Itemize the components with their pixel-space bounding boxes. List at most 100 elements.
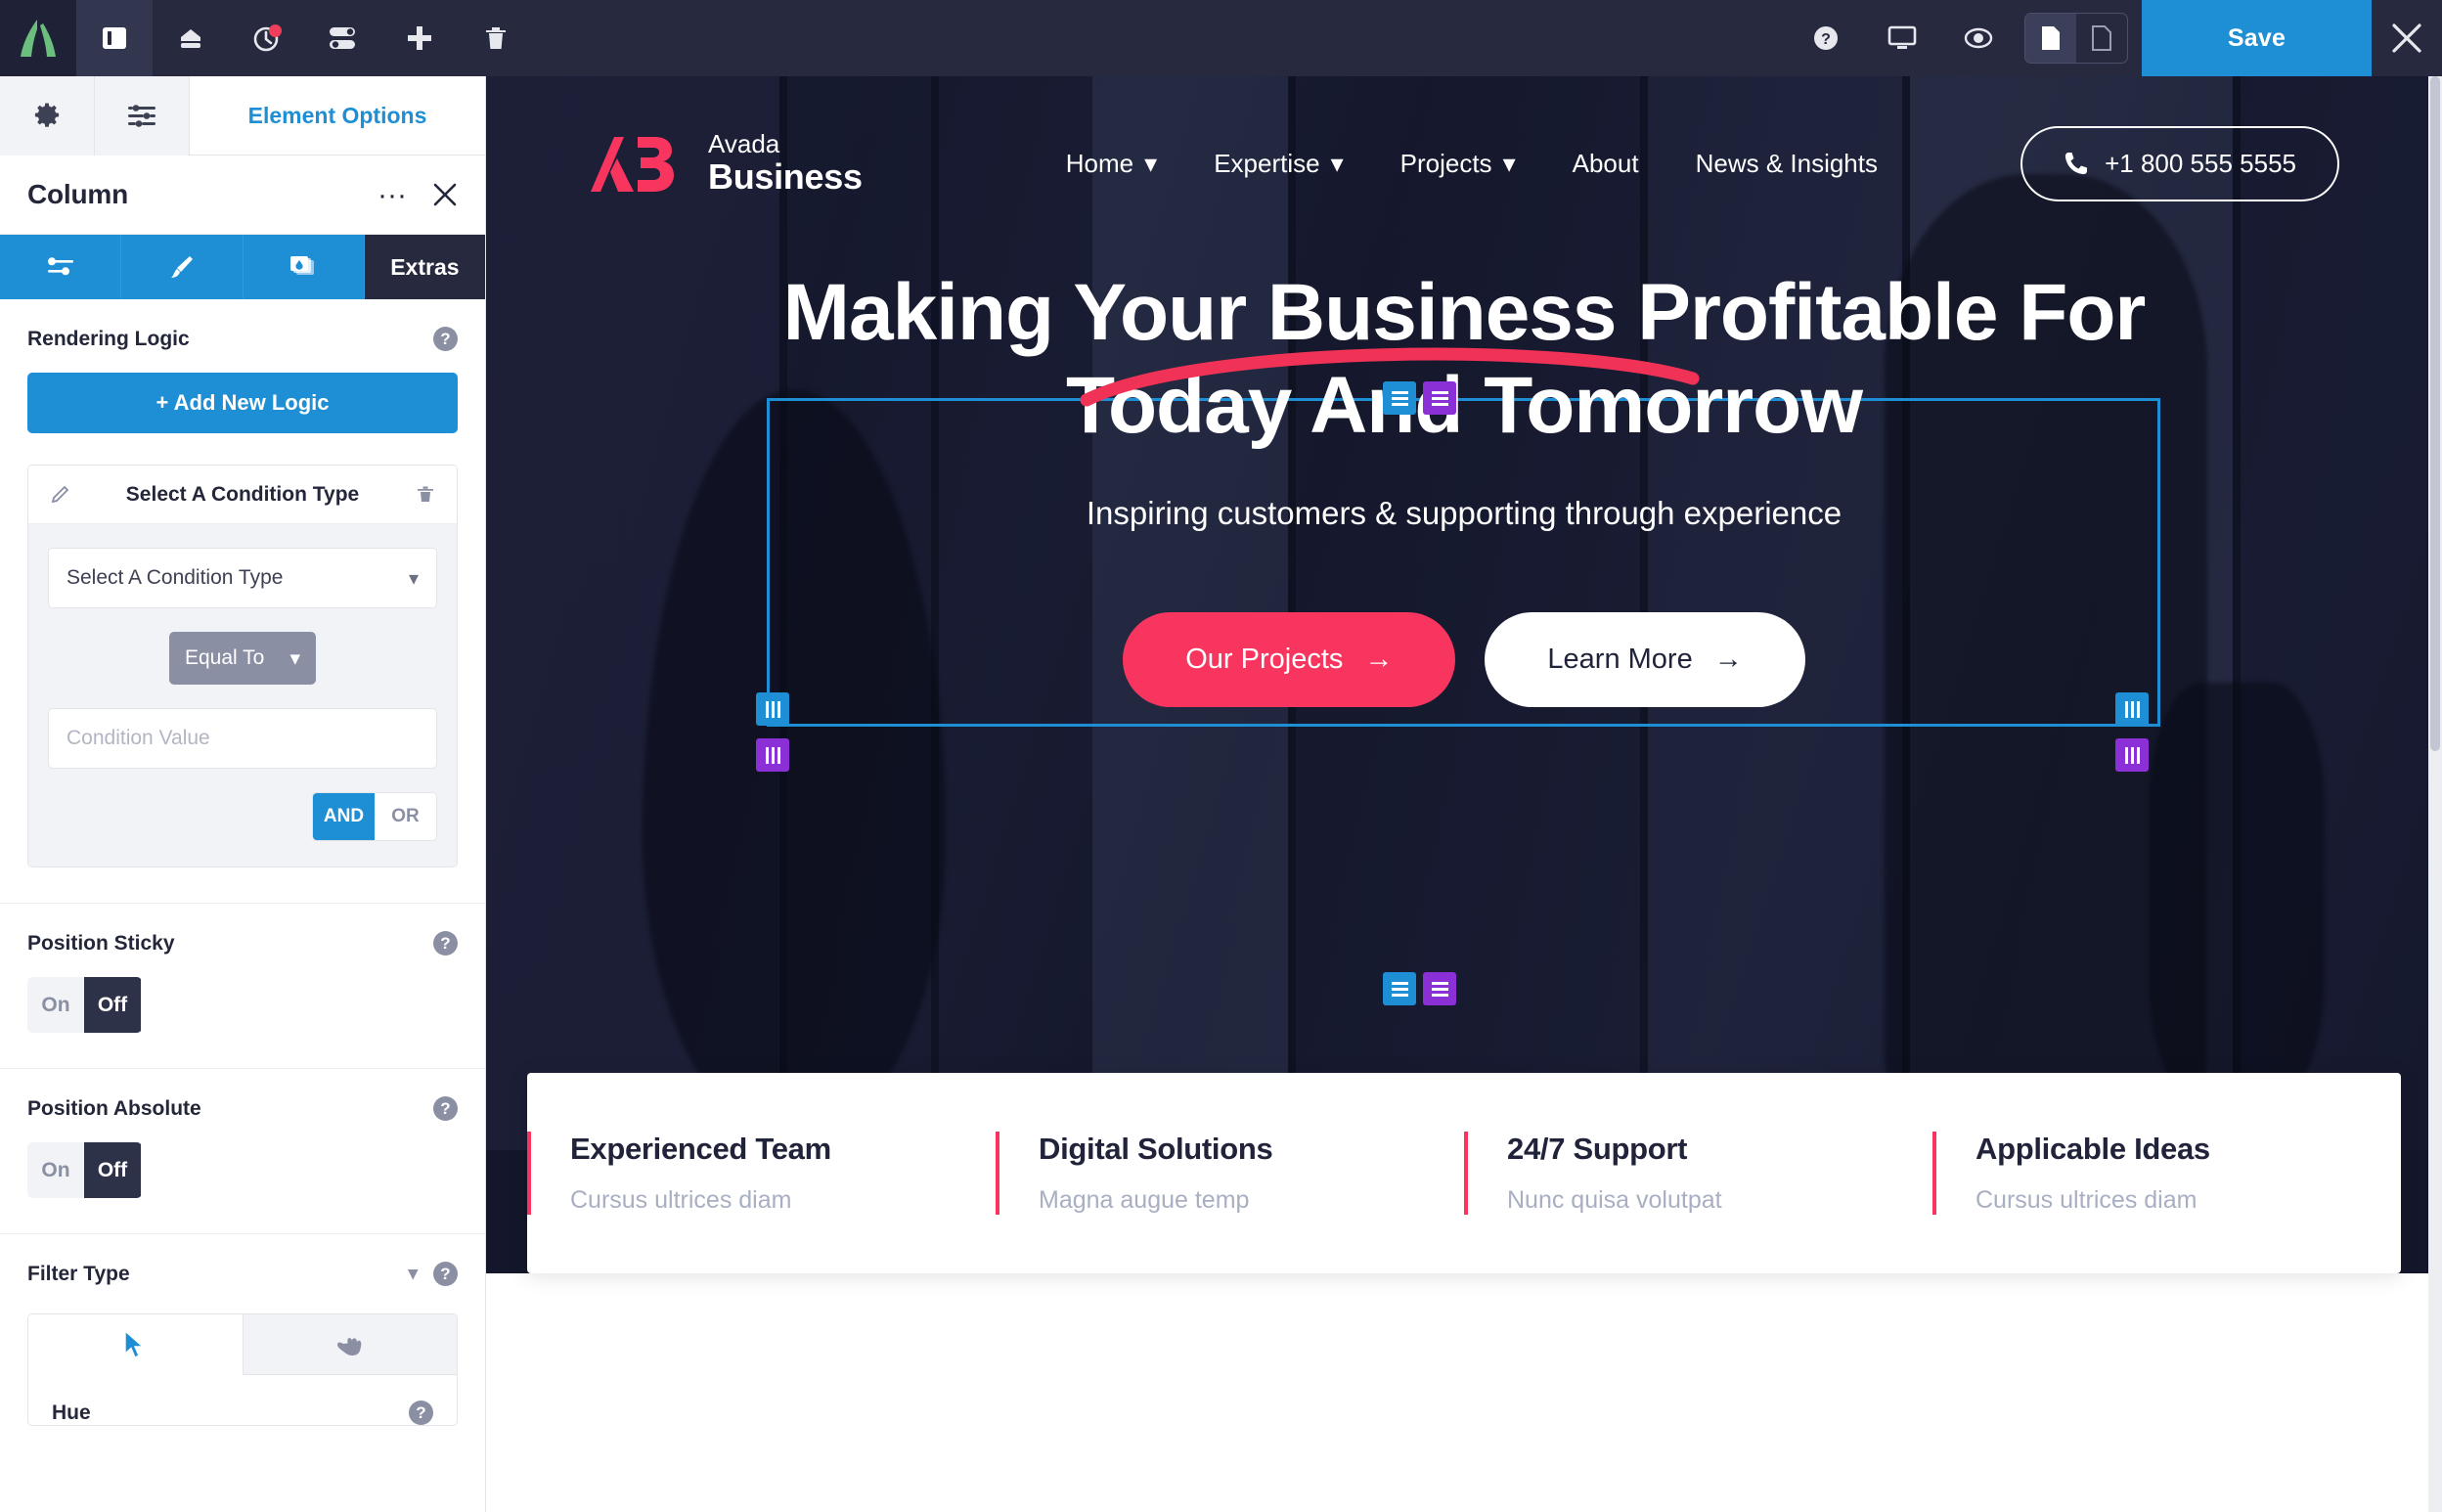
- canvas-scrollbar[interactable]: [2428, 76, 2442, 1512]
- panel-more-button[interactable]: ···: [377, 180, 407, 209]
- feature-item[interactable]: Experienced Team Cursus ultrices diam: [527, 1132, 996, 1215]
- hero-content: Making Your Business Profitable For Toda…: [486, 250, 2442, 708]
- feature-item[interactable]: Digital Solutions Magna augue temp: [996, 1132, 1464, 1215]
- panel-close-icon[interactable]: [432, 182, 458, 207]
- gear-icon[interactable]: [0, 76, 95, 156]
- canvas-scrollbar-thumb[interactable]: [2430, 76, 2440, 751]
- our-projects-button[interactable]: Our Projects →: [1123, 612, 1456, 708]
- position-sticky-off-button[interactable]: Off: [84, 977, 141, 1033]
- hero-section[interactable]: Avada Business Home ▾ Expertise ▾ Projec…: [486, 76, 2442, 1150]
- chevron-down-icon[interactable]: ▾: [408, 1263, 418, 1285]
- nav-label: Expertise: [1214, 148, 1320, 178]
- toggles-icon[interactable]: [305, 0, 381, 76]
- feature-item[interactable]: Applicable Ideas Cursus ultrices diam: [1932, 1132, 2401, 1215]
- help-icon[interactable]: ?: [433, 1262, 458, 1286]
- learn-more-button[interactable]: Learn More →: [1485, 612, 1805, 708]
- responsive-desktop-icon[interactable]: [1864, 0, 1940, 76]
- position-sticky-header: Position Sticky ?: [27, 931, 458, 956]
- condition-type-select[interactable]: Select A Condition Type ▾: [48, 548, 437, 608]
- chevron-down-icon: ▾: [1502, 148, 1516, 178]
- condition-card-title: Select A Condition Type: [125, 482, 360, 506]
- feature-subtitle: Magna augue temp: [1039, 1186, 1250, 1214]
- site-header: Avada Business Home ▾ Expertise ▾ Projec…: [486, 76, 2442, 250]
- library-icon[interactable]: [153, 0, 229, 76]
- builder-toolbar: ? Save: [0, 0, 2442, 76]
- help-icon[interactable]: ?: [433, 1096, 458, 1121]
- hand-pointer-tab[interactable]: [242, 1314, 457, 1375]
- element-handle-purple-bottom[interactable]: [1423, 972, 1456, 1005]
- tab-extras[interactable]: Extras: [364, 235, 485, 299]
- feature-subtitle: Cursus ultrices diam: [570, 1186, 792, 1214]
- cursor-arrow-tab[interactable]: [28, 1314, 243, 1375]
- position-sticky-label: Position Sticky: [27, 931, 175, 955]
- condition-operator-select[interactable]: Equal To ▾: [169, 632, 316, 685]
- phone-cta-button[interactable]: +1 800 555 5555: [2020, 125, 2339, 201]
- element-options-panel: Element Options Column ··· Extras Render…: [0, 76, 486, 1512]
- hero-subheadline[interactable]: Inspiring customers & supporting through…: [486, 495, 2442, 532]
- delete-condition-icon[interactable]: [416, 485, 435, 505]
- add-new-logic-button[interactable]: + Add New Logic: [27, 373, 458, 433]
- element-handle-purple-top[interactable]: [1423, 381, 1456, 415]
- history-clock-icon[interactable]: [229, 0, 305, 76]
- element-options-tab[interactable]: Element Options: [190, 76, 485, 155]
- nav-item-home[interactable]: Home ▾: [1066, 149, 1157, 179]
- arrow-right-icon: →: [1713, 644, 1743, 676]
- columns-icon: [2124, 746, 2140, 764]
- help-icon[interactable]: ?: [433, 327, 458, 351]
- feature-title: Applicable Ideas: [1976, 1132, 2210, 1166]
- bars-icon: [1391, 390, 1408, 406]
- site-brand[interactable]: Avada Business: [589, 131, 863, 196]
- nav-item-news-insights[interactable]: News & Insights: [1696, 149, 1878, 179]
- edit-pencil-icon[interactable]: [50, 485, 69, 505]
- condition-value-input[interactable]: Condition Value: [48, 708, 437, 769]
- help-icon[interactable]: ?: [1788, 0, 1864, 76]
- column-handle-blue-right[interactable]: [2115, 692, 2149, 726]
- condition-card: Select A Condition Type Select A Conditi…: [27, 465, 458, 867]
- tab-design-brush-icon[interactable]: [121, 235, 244, 299]
- avada-logo-icon[interactable]: [0, 0, 76, 76]
- tab-background-layers-icon[interactable]: [243, 235, 365, 299]
- logic-and-button[interactable]: AND: [313, 793, 375, 840]
- help-icon[interactable]: ?: [409, 1401, 433, 1425]
- column-handle-blue-left[interactable]: [756, 692, 789, 726]
- page-preview-canvas[interactable]: Avada Business Home ▾ Expertise ▾ Projec…: [486, 76, 2442, 1512]
- brand-line-1: Avada: [708, 129, 780, 159]
- preview-eye-icon[interactable]: [1940, 0, 2017, 76]
- close-icon[interactable]: [2372, 0, 2442, 76]
- feature-item[interactable]: 24/7 Support Nunc quisa volutpat: [1464, 1132, 1932, 1215]
- hero-headline-line-1: Making Your Business Profitable For: [782, 268, 2147, 357]
- logic-or-button[interactable]: OR: [375, 793, 436, 840]
- nav-item-expertise[interactable]: Expertise ▾: [1214, 149, 1343, 179]
- column-handle-purple-right[interactable]: [2115, 738, 2149, 772]
- position-absolute-label: Position Absolute: [27, 1096, 201, 1120]
- tab-general-sliders-icon[interactable]: [0, 235, 122, 299]
- page-outline-icon[interactable]: [2076, 14, 2127, 63]
- element-handle-blue-bottom[interactable]: [1383, 972, 1416, 1005]
- site-nav: Home ▾ Expertise ▾ Projects ▾ About News…: [923, 149, 2020, 179]
- position-sticky-on-button[interactable]: On: [27, 977, 84, 1033]
- help-icon[interactable]: ?: [433, 931, 458, 956]
- add-element-icon[interactable]: [381, 0, 458, 76]
- nav-item-projects[interactable]: Projects ▾: [1400, 149, 1516, 179]
- page-filled-icon[interactable]: [2025, 14, 2076, 63]
- column-handle-purple-left[interactable]: [756, 738, 789, 772]
- arrow-right-icon: →: [1364, 644, 1394, 676]
- panel-scroll-body: Rendering Logic ? + Add New Logic Select…: [0, 299, 485, 1512]
- cta-label: Learn More: [1547, 644, 1693, 676]
- phone-number: +1 800 555 5555: [2105, 148, 2296, 178]
- position-absolute-off-button[interactable]: Off: [84, 1142, 141, 1198]
- filter-hue-row: Hue ?: [28, 1375, 457, 1425]
- hero-headline[interactable]: Making Your Business Profitable For Toda…: [782, 266, 2147, 452]
- trash-icon[interactable]: [458, 0, 534, 76]
- sliders-icon[interactable]: [95, 76, 190, 156]
- cta-label: Our Projects: [1185, 644, 1344, 676]
- layout-panel-icon[interactable]: [76, 0, 153, 76]
- element-handle-blue-top[interactable]: [1383, 381, 1416, 415]
- save-button[interactable]: Save: [2142, 0, 2372, 76]
- hero-headline-line-2: Today And Tomorrow: [1065, 361, 1863, 451]
- position-absolute-on-button[interactable]: On: [27, 1142, 84, 1198]
- columns-icon: [2124, 700, 2140, 718]
- nav-item-about[interactable]: About: [1573, 149, 1639, 179]
- phone-icon: [2064, 151, 2089, 176]
- brand-line-2: Business: [708, 156, 863, 197]
